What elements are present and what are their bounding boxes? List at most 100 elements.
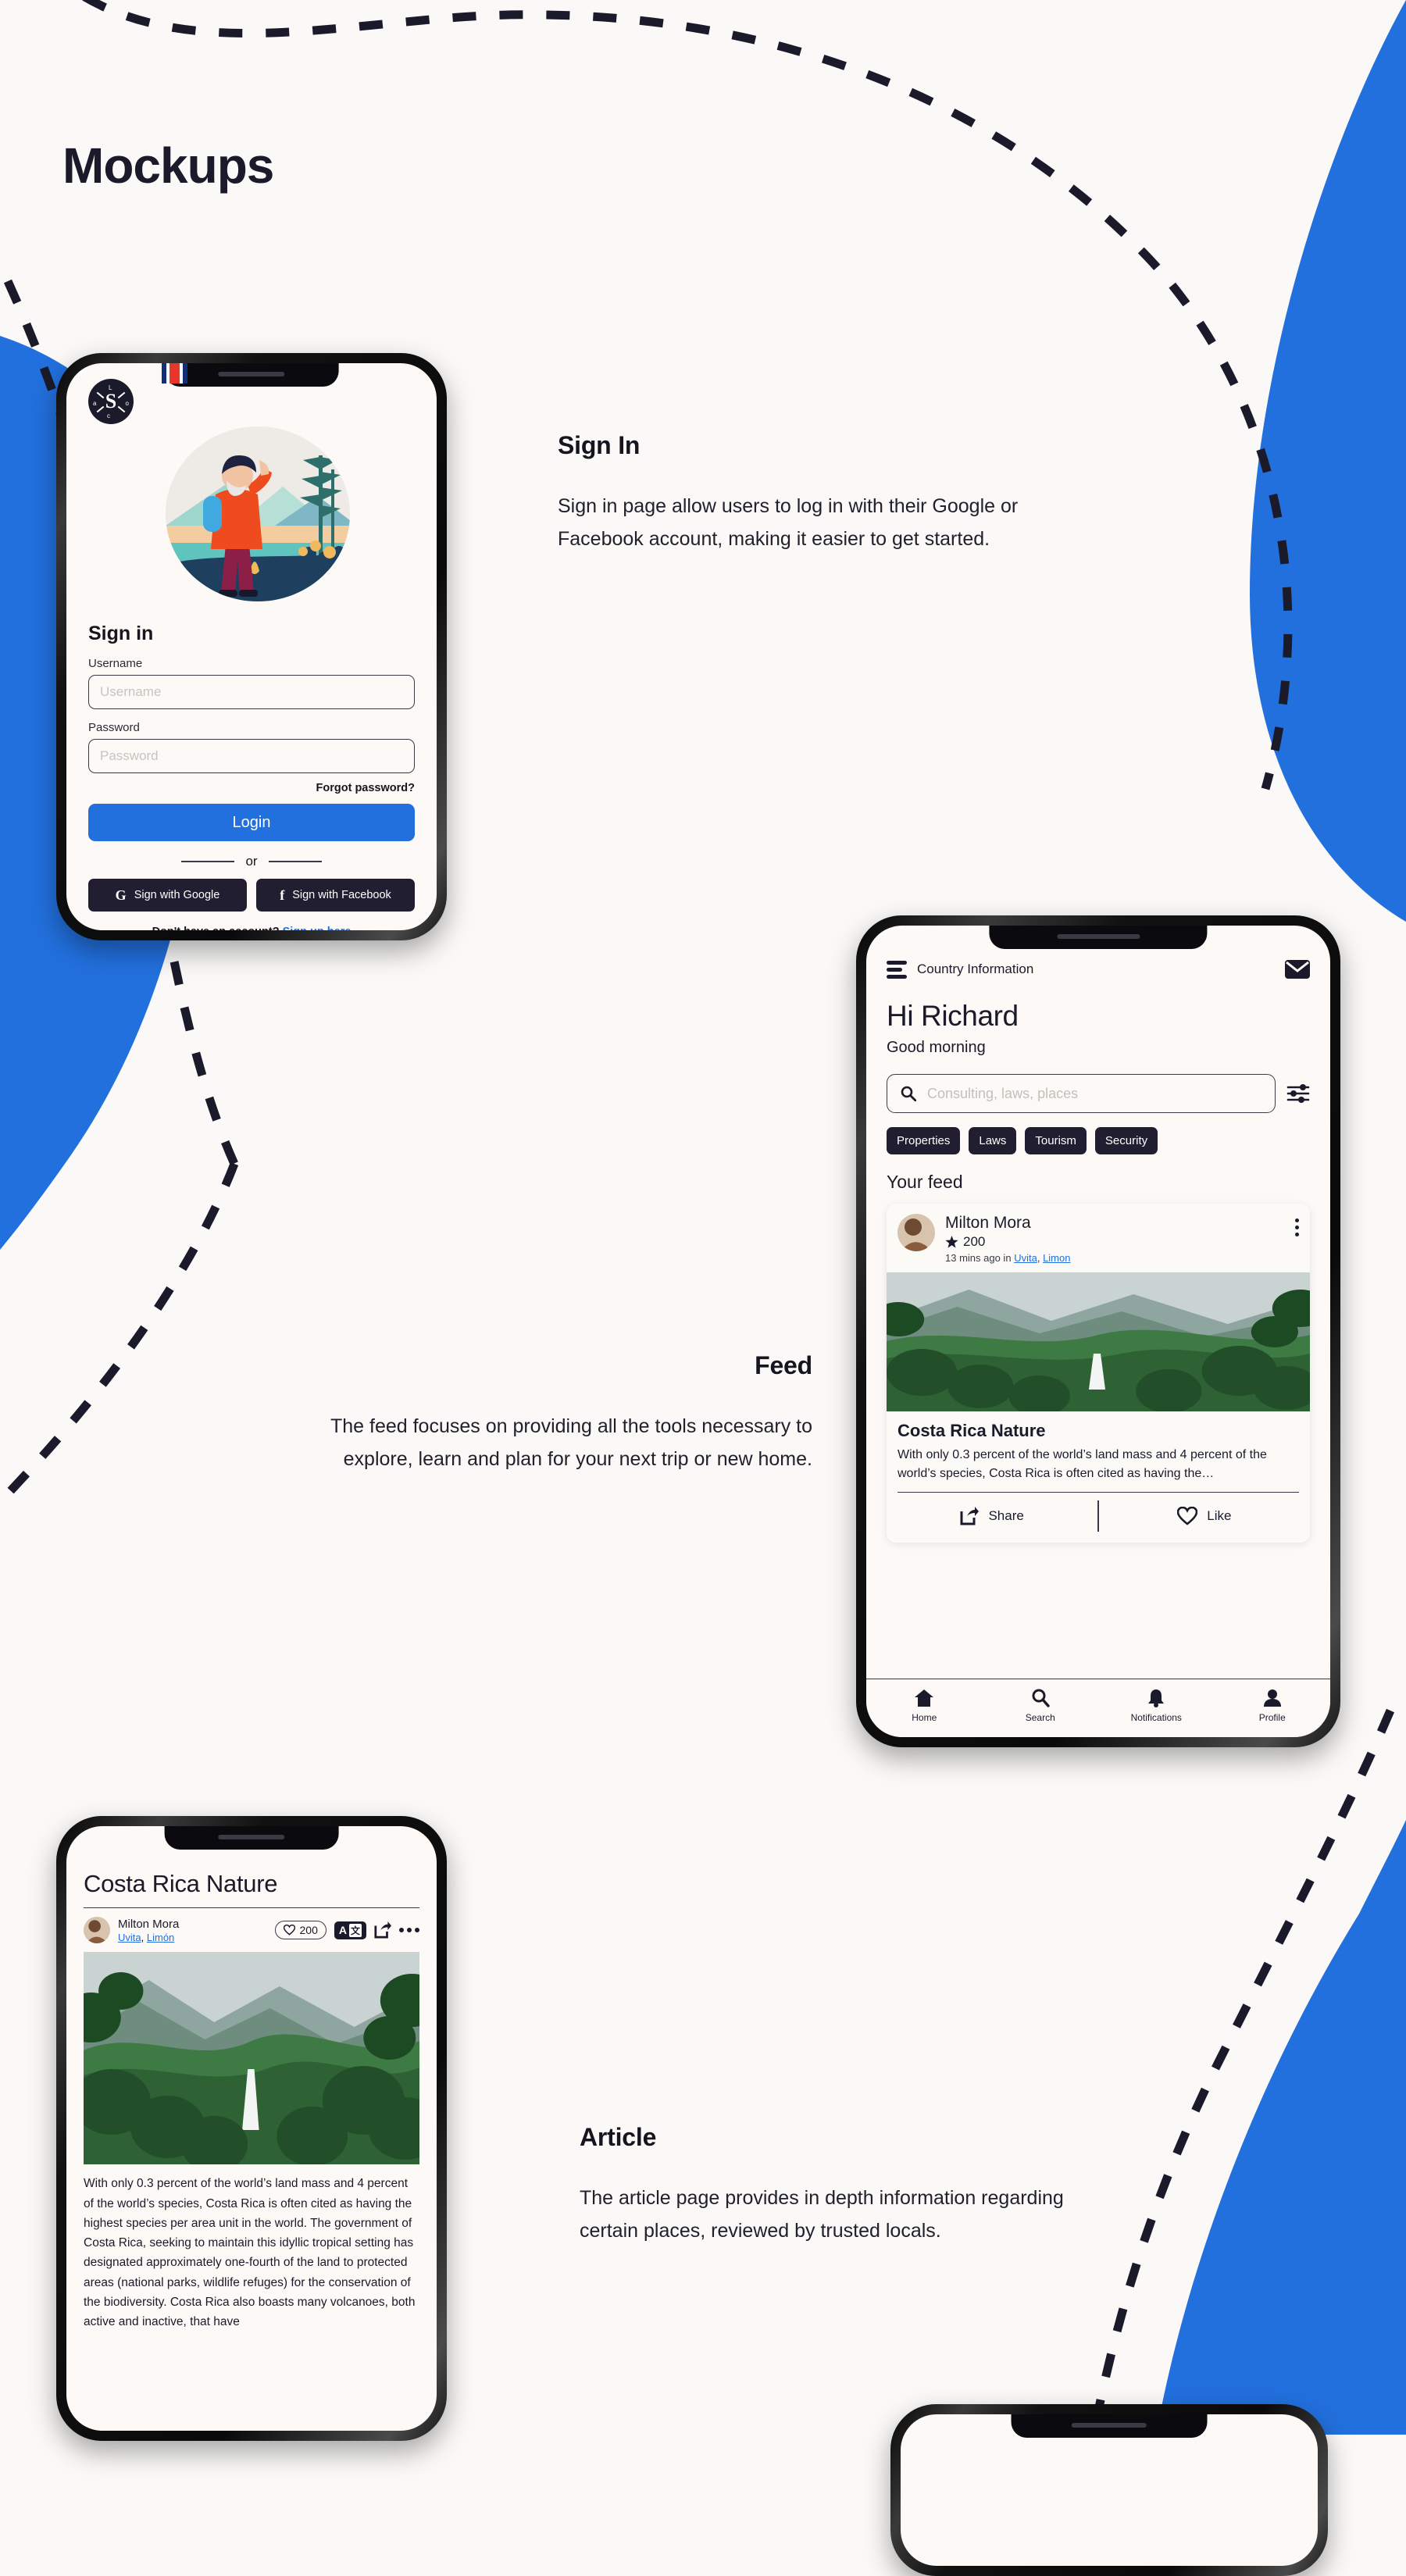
logo-ring-letter-o: o: [125, 400, 129, 407]
tab-search[interactable]: Search: [983, 1689, 1099, 1723]
article-location-province[interactable]: Limón: [147, 1932, 174, 1943]
sign-with-facebook-button[interactable]: f Sign with Facebook: [256, 879, 415, 912]
kebab-menu-icon[interactable]: [1295, 1214, 1299, 1236]
bottom-tabbar: Home Search Notifications Profile: [866, 1679, 1330, 1737]
facebook-button-label: Sign with Facebook: [292, 889, 391, 901]
post-title: Costa Rica Nature: [897, 1421, 1046, 1440]
login-button[interactable]: Login: [88, 804, 415, 841]
google-icon: G: [115, 887, 127, 903]
heart-icon: [1177, 1507, 1198, 1525]
greeting: Hi Richard: [887, 1000, 1019, 1032]
logo-ring-letter-a: a: [93, 400, 97, 407]
phone-mockup-signin: L o c a S Sign in Username Username Pass…: [56, 353, 447, 940]
chip-properties[interactable]: Properties: [887, 1127, 961, 1154]
sign-with-google-button[interactable]: G Sign with Google: [88, 879, 247, 912]
magnifier-icon: [1032, 1689, 1050, 1707]
tab-home-label: Home: [912, 1712, 937, 1723]
blurb-signin: Sign In Sign in page allow users to log …: [558, 431, 1058, 555]
post-location-province[interactable]: Limon: [1043, 1252, 1070, 1264]
password-input[interactable]: Password: [88, 739, 415, 773]
forgot-password-link[interactable]: Forgot password?: [88, 782, 415, 794]
article-location: Uvita, Limón: [118, 1932, 267, 1943]
share-button[interactable]: Share: [887, 1507, 1097, 1525]
tab-profile-label: Profile: [1258, 1712, 1286, 1723]
article-rule: [84, 1907, 419, 1909]
post-excerpt: With only 0.3 percent of the world’s lan…: [897, 1448, 1267, 1480]
article-location-city[interactable]: Uvita: [118, 1932, 141, 1943]
signup-prompt: Don't have an account?: [152, 926, 280, 930]
blurb-feed: Feed The feed focuses on providing all t…: [297, 1351, 812, 1475]
article-body: With only 0.3 percent of the world’s lan…: [84, 2177, 416, 2329]
star-icon: [945, 1235, 958, 1248]
post-author: Milton Mora: [945, 1214, 1031, 1232]
post-image-rainforest: [887, 1272, 1310, 1411]
phone-screen-signin: L o c a S Sign in Username Username Pass…: [66, 363, 437, 930]
share-label: Share: [988, 1508, 1024, 1524]
bell-icon: [1148, 1689, 1165, 1707]
search-input[interactable]: Consulting, laws, places: [887, 1074, 1276, 1113]
post-star-rating: 200: [945, 1234, 1285, 1250]
category-chips: Properties Laws Tourism Security: [887, 1127, 1310, 1154]
feed-post-card[interactable]: Milton Mora 200 13 mins ago in Uvita, Li…: [887, 1204, 1310, 1543]
post-timestamp: 13 mins ago in Uvita, Limon: [945, 1252, 1285, 1264]
envelope-icon[interactable]: [1285, 960, 1310, 979]
share-icon: [960, 1507, 980, 1525]
phone-mockup-partial-bottom: [890, 2404, 1328, 2576]
phone-notch: [164, 1826, 339, 1850]
chip-security[interactable]: Security: [1094, 1127, 1158, 1154]
article-title: Costa Rica Nature: [84, 1870, 278, 1897]
phone-notch: [989, 926, 1208, 949]
person-icon: [1263, 1689, 1281, 1707]
costa-rica-flag-icon: [162, 363, 191, 384]
search-placeholder: Consulting, laws, places: [927, 1085, 1079, 1101]
tab-search-label: Search: [1025, 1712, 1055, 1723]
more-dots-icon[interactable]: [399, 1928, 419, 1933]
blurb-feed-text: The feed focuses on providing all the to…: [330, 1415, 812, 1470]
chip-laws[interactable]: Laws: [969, 1127, 1017, 1154]
blurb-signin-text: Sign in page allow users to log in with …: [558, 495, 1019, 550]
hamburger-icon[interactable]: [887, 960, 907, 979]
post-time-text: 13 mins ago in: [945, 1252, 1012, 1264]
like-button[interactable]: Like: [1099, 1507, 1310, 1525]
avatar: [84, 1917, 110, 1944]
phone-frame: Country Information Hi Richard Good morn…: [856, 915, 1340, 1747]
signup-row: Don't have an account? Sign up here: [88, 926, 415, 930]
logo-letter-s: S: [105, 390, 117, 412]
divider-line-right: [268, 861, 322, 862]
article-image-rainforest: [84, 1952, 419, 2165]
tab-home[interactable]: Home: [866, 1689, 983, 1723]
subgreeting: Good morning: [887, 1039, 986, 1056]
your-feed-label: Your feed: [887, 1172, 963, 1192]
username-input[interactable]: Username: [88, 675, 415, 709]
or-label: or: [245, 854, 258, 869]
phone-frame: Costa Rica Nature Milton Mora Uvita, Lim…: [56, 1816, 447, 2441]
blurb-article-heading: Article: [580, 2123, 657, 2151]
app-logo-compass-icon[interactable]: L o c a S: [88, 379, 134, 424]
post-actions: Share Like: [887, 1493, 1310, 1543]
phone-frame: L o c a S Sign in Username Username Pass…: [56, 353, 447, 940]
article-like-button[interactable]: 200: [274, 1921, 327, 1940]
share-icon[interactable]: [374, 1921, 391, 1939]
phone-frame: [890, 2404, 1328, 2576]
article-location-sep: ,: [141, 1931, 145, 1943]
post-location-city[interactable]: Uvita: [1014, 1252, 1037, 1264]
article-meta-bar: Milton Mora Uvita, Limón 200 A 文: [84, 1917, 419, 1944]
hiker-illustration: [166, 426, 350, 601]
logo-ring-letter-c: c: [107, 412, 110, 419]
post-location-sep: ,: [1037, 1252, 1040, 1264]
divider-line-left: [181, 861, 235, 862]
chip-tourism[interactable]: Tourism: [1025, 1127, 1087, 1154]
feed-scroll-area[interactable]: Country Information Hi Richard Good morn…: [866, 926, 1330, 1679]
username-label: Username: [88, 657, 143, 670]
password-label: Password: [88, 721, 140, 734]
sliders-icon[interactable]: [1286, 1083, 1310, 1104]
phone-mockup-article: Costa Rica Nature Milton Mora Uvita, Lim…: [56, 1816, 447, 2441]
translate-button[interactable]: A 文: [334, 1921, 366, 1939]
home-icon: [915, 1689, 934, 1707]
post-header: Milton Mora 200 13 mins ago in Uvita, Li…: [887, 1204, 1310, 1272]
tab-profile[interactable]: Profile: [1215, 1689, 1331, 1723]
tab-notifications[interactable]: Notifications: [1098, 1689, 1215, 1723]
translate-glyph-cjk: 文: [348, 1923, 362, 1937]
signup-link[interactable]: Sign up here: [283, 926, 352, 930]
like-label: Like: [1207, 1508, 1232, 1524]
